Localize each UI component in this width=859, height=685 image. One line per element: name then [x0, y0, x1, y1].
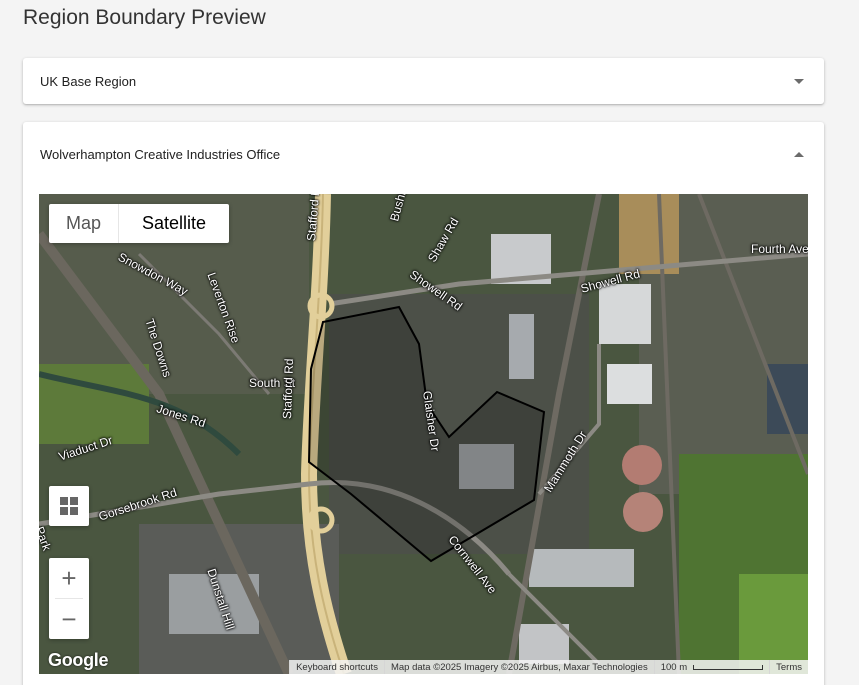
grid-icon [60, 497, 78, 515]
scale-bar [693, 664, 764, 670]
map-attribution: Keyboard shortcuts Map data ©2025 Imager… [289, 660, 808, 674]
street-label: Fourth Ave [751, 242, 808, 256]
panel-wolverhampton-office[interactable]: Wolverhampton Creative Industries Office [23, 122, 824, 685]
panel-title: UK Base Region [40, 73, 137, 89]
keyboard-shortcuts-link[interactable]: Keyboard shortcuts [289, 660, 384, 674]
satellite-map[interactable]: Stafford Rd Bushbury Shaw Rd Showell Rd … [39, 194, 808, 674]
panel-header[interactable]: UK Base Region [23, 58, 824, 104]
terms-link[interactable]: Terms [769, 660, 808, 674]
page-title: Region Boundary Preview [23, 6, 266, 29]
zoom-control: + − [49, 558, 89, 639]
panel-title: Wolverhampton Creative Industries Office [40, 146, 281, 162]
panel-header[interactable]: Wolverhampton Creative Industries Office [23, 122, 824, 186]
street-label: Stafford Rd [280, 358, 297, 420]
panel-uk-base-region[interactable]: UK Base Region [23, 58, 824, 104]
page: Region Boundary Preview UK Base Region W… [0, 0, 859, 685]
zoom-in-button[interactable]: + [49, 558, 89, 598]
map-type-satellite-button[interactable]: Satellite [118, 204, 229, 243]
zoom-out-button[interactable]: − [49, 599, 89, 639]
map-type-map-button[interactable]: Map [49, 204, 118, 243]
layers-button[interactable] [49, 486, 89, 526]
chevron-down-icon[interactable] [794, 78, 804, 84]
google-logo: Google [48, 650, 109, 670]
chevron-up-icon[interactable] [794, 151, 804, 157]
scale-indicator[interactable]: 100 m [653, 660, 770, 674]
map-type-control: Map Satellite [49, 204, 230, 243]
map-data-text: Map data ©2025 Imagery ©2025 Airbus, Max… [383, 660, 654, 674]
scale-label: 100 m [660, 661, 688, 673]
